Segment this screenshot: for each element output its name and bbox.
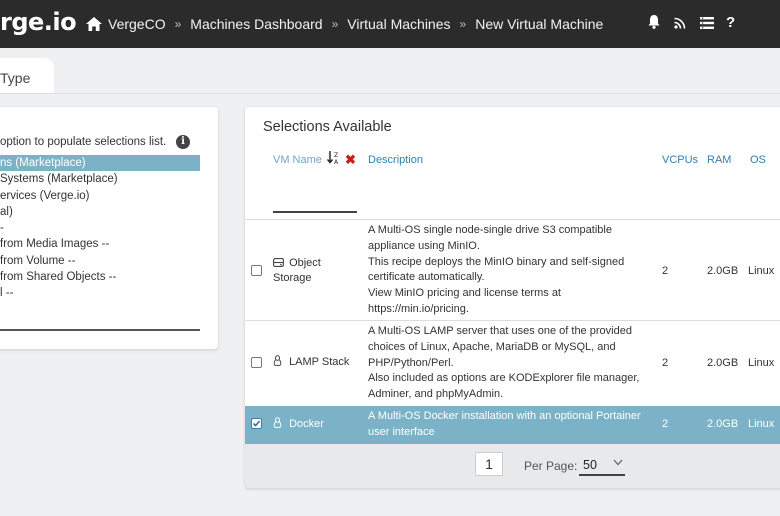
help-icon[interactable]: ? xyxy=(726,14,752,31)
os-cell: Linux xyxy=(748,418,775,430)
top-navbar: rge.io VergeCO » Machines Dashboard » Vi… xyxy=(0,0,780,48)
list-underline xyxy=(0,329,200,331)
description-line: A Multi-OS single node-single drive S3 c… xyxy=(368,224,612,236)
info-icon[interactable]: i xyxy=(176,135,190,149)
breadcrumb-item-vergeco[interactable]: VergeCO xyxy=(108,16,166,32)
linux-icon xyxy=(273,355,289,368)
storage-icon xyxy=(273,257,289,269)
breadcrumb-item-new-virtual-machine[interactable]: New Virtual Machine xyxy=(475,16,603,32)
linux-icon xyxy=(273,417,289,430)
list-item[interactable]: from Volume -- xyxy=(0,253,200,269)
vm-name-cell: Docker xyxy=(273,417,324,432)
top-icon-group: ? xyxy=(648,14,752,31)
app-logo[interactable]: rge.io xyxy=(0,8,77,36)
list-item[interactable]: l -- xyxy=(0,285,200,301)
tab-strip: Type xyxy=(0,48,780,94)
description-line: appliance using MinIO. xyxy=(368,239,480,252)
breadcrumb-item-virtual-machines[interactable]: Virtual Machines xyxy=(347,16,450,32)
rss-icon[interactable] xyxy=(674,14,700,31)
description-cell: A Multi-OS Docker installation with an o… xyxy=(368,409,653,441)
vm-name-text: LAMP Stack xyxy=(289,356,350,368)
per-page-select[interactable]: 50 xyxy=(579,454,625,476)
per-page-label: Per Page: xyxy=(524,459,578,473)
os-cell: Linux xyxy=(748,357,775,369)
vcpus-cell: 2 xyxy=(662,357,669,369)
description-line: A Multi-OS LAMP server that uses one of … xyxy=(368,325,632,337)
bell-icon[interactable] xyxy=(648,14,674,31)
description-line: View MinIO pricing and license terms at xyxy=(368,287,561,300)
source-hint-text: option to populate selections list. xyxy=(0,136,167,148)
tab-type[interactable]: Type xyxy=(0,58,54,94)
description-line: This recipe deploys the MinIO binary and… xyxy=(368,255,625,268)
column-header-description[interactable]: Description xyxy=(368,154,423,166)
breadcrumb-separator: » xyxy=(459,17,467,31)
vcpus-cell: 2 xyxy=(662,265,669,277)
page-number-input[interactable]: 1 xyxy=(475,452,503,476)
list-item[interactable]: ervices (Verge.io) xyxy=(0,188,200,204)
list-icon[interactable] xyxy=(700,14,726,31)
selections-panel: Selections Available VM Name ZA ✖ Descri… xyxy=(245,107,780,488)
description-line: Also included as options are KODExplorer… xyxy=(368,372,640,385)
column-header-vcpus[interactable]: VCPUs xyxy=(662,154,698,166)
table-row[interactable]: Object Storage A Multi-OS single node-si… xyxy=(245,220,780,320)
description-line: Adminer, and phpMyAdmin. xyxy=(368,388,504,401)
clear-filter-icon[interactable]: ✖ xyxy=(345,152,356,168)
column-header-vm-name[interactable]: VM Name xyxy=(273,154,322,166)
description-line: user interface xyxy=(368,425,435,438)
vcpus-cell: 2 xyxy=(662,418,669,430)
os-cell: Linux xyxy=(748,265,775,277)
description-line: A Multi-OS Docker installation with an o… xyxy=(368,410,641,422)
list-item[interactable]: from Media Images -- xyxy=(0,236,200,252)
description-line: PHP/Python/Perl. xyxy=(368,356,454,369)
list-item[interactable]: - xyxy=(0,220,200,236)
vm-name-text: Docker xyxy=(289,418,324,430)
ram-cell: 2.0GB xyxy=(707,357,739,369)
column-header-os[interactable]: OS xyxy=(750,154,766,166)
description-line: choices of Linux, Apache, MariaDB or MyS… xyxy=(368,340,616,353)
breadcrumb-separator: » xyxy=(174,17,182,31)
description-cell: A Multi-OS LAMP server that uses one of … xyxy=(368,324,653,403)
sort-icon[interactable]: ZA xyxy=(326,151,341,167)
source-selection-panel: option to populate selections list. i ns… xyxy=(0,107,218,349)
row-checkbox-checked[interactable] xyxy=(251,418,262,429)
pagination-bar: 1 Per Page: 50 xyxy=(245,444,780,488)
list-item[interactable]: ns (Marketplace) xyxy=(0,155,200,172)
row-checkbox[interactable] xyxy=(251,357,262,368)
breadcrumb: VergeCO » Machines Dashboard » Virtual M… xyxy=(86,16,603,32)
svg-text:A: A xyxy=(334,159,339,165)
table-row[interactable]: LAMP Stack A Multi-OS LAMP server that u… xyxy=(245,321,780,406)
list-item[interactable]: from Shared Objects -- xyxy=(0,269,200,285)
list-item[interactable]: al) xyxy=(0,204,200,220)
ram-cell: 2.0GB xyxy=(707,265,739,277)
breadcrumb-separator: » xyxy=(331,17,339,31)
chevron-down-icon xyxy=(613,458,623,469)
description-line: https://min.io/pricing. xyxy=(368,302,469,315)
vm-name-cell: LAMP Stack xyxy=(273,355,349,370)
table-row[interactable]: Docker A Multi-OS Docker installation wi… xyxy=(245,406,780,444)
ram-cell: 2.0GB xyxy=(707,418,739,430)
per-page-value: 50 xyxy=(583,458,597,472)
description-cell: A Multi-OS single node-single drive S3 c… xyxy=(368,223,653,318)
tab-divider xyxy=(0,93,780,94)
selections-title: Selections Available xyxy=(263,119,392,135)
row-checkbox[interactable] xyxy=(251,265,262,276)
vm-name-cell: Object Storage xyxy=(273,256,321,286)
breadcrumb-item-machines-dashboard[interactable]: Machines Dashboard xyxy=(190,16,322,32)
vm-name-filter-input[interactable] xyxy=(273,211,357,213)
svg-text:Z: Z xyxy=(334,152,338,159)
vm-name-text: Storage xyxy=(273,272,312,284)
source-options-list[interactable]: ns (Marketplace) Systems (Marketplace) e… xyxy=(0,155,200,302)
description-line: certificate automatically. xyxy=(368,271,485,284)
home-icon xyxy=(86,17,102,31)
list-item[interactable]: Systems (Marketplace) xyxy=(0,171,200,187)
column-header-ram[interactable]: RAM xyxy=(707,154,731,166)
vm-name-text: Object xyxy=(289,257,321,269)
